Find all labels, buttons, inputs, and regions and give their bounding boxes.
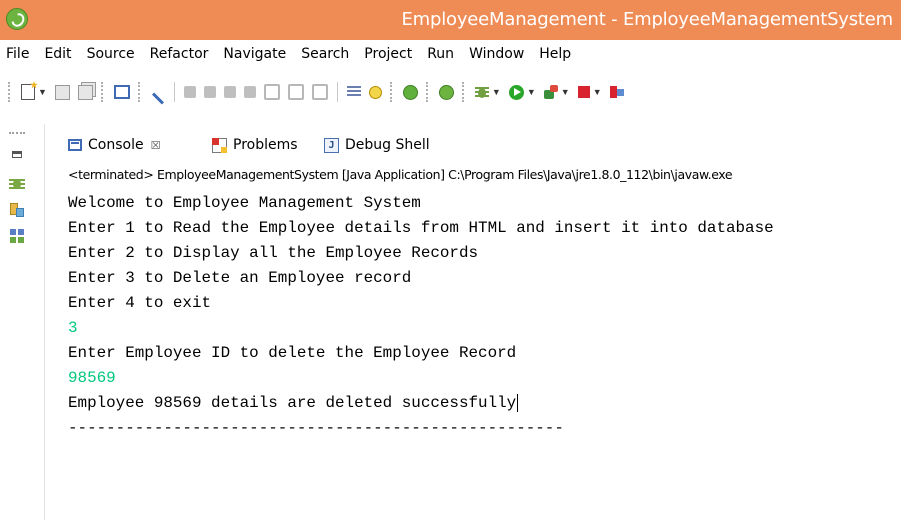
- run-icon[interactable]: [508, 84, 524, 100]
- toolbar-separator: [336, 82, 338, 102]
- trim-grip[interactable]: [9, 132, 25, 136]
- tab-debug-shell[interactable]: J Debug Shell: [324, 128, 430, 162]
- toolbar-grip[interactable]: [100, 82, 106, 102]
- console-line: Enter 3 to Delete an Employee record: [68, 269, 412, 287]
- console-input-line: 98569: [68, 369, 116, 387]
- spring-boot-icon[interactable]: [402, 84, 418, 100]
- console-process-label: <terminated> EmployeeManagementSystem [J…: [68, 167, 733, 182]
- console-input-line: 3: [68, 319, 78, 337]
- toolbar-grip[interactable]: [425, 82, 431, 102]
- step-return-icon[interactable]: [311, 84, 328, 100]
- type-hierarchy-icon[interactable]: [8, 227, 26, 245]
- close-icon[interactable]: ☒: [151, 139, 161, 152]
- new-dropdown-arrow[interactable]: ▼: [38, 87, 47, 97]
- toolbar-grip[interactable]: [389, 82, 395, 102]
- console-line: Enter Employee ID to delete the Employee…: [68, 344, 517, 362]
- toolbar-grip[interactable]: [461, 82, 467, 102]
- tab-problems[interactable]: Problems: [212, 128, 298, 162]
- console-icon[interactable]: [113, 85, 130, 99]
- main-toolbar: ▼ ▼ ▼ ▼ ▼: [0, 68, 901, 116]
- text-caret: [517, 393, 519, 412]
- menu-edit[interactable]: Edit: [44, 46, 71, 62]
- step-over-icon[interactable]: [287, 84, 304, 100]
- run-dropdown-arrow[interactable]: ▼: [527, 87, 536, 97]
- menu-search[interactable]: Search: [301, 46, 349, 62]
- view-tab-bar: Console ☒ Problems J Debug Shell: [62, 128, 901, 162]
- new-icon[interactable]: [21, 84, 35, 100]
- menu-help[interactable]: Help: [539, 46, 571, 62]
- save-all-icon[interactable]: [77, 84, 93, 100]
- terminate-icon[interactable]: [223, 86, 236, 98]
- console-line: Enter 4 to exit: [68, 294, 212, 312]
- external-tools-icon[interactable]: [543, 85, 558, 99]
- debug-view-icon[interactable]: [8, 175, 26, 193]
- package-explorer-icon[interactable]: [8, 201, 26, 219]
- menu-bar: File Edit Source Refactor Navigate Searc…: [0, 40, 901, 68]
- debug-ant-icon[interactable]: [368, 85, 382, 99]
- console-line: Enter 1 to Read the Employee details fro…: [68, 219, 774, 237]
- stop-dropdown-arrow[interactable]: ▼: [593, 87, 602, 97]
- save-icon[interactable]: [54, 84, 70, 100]
- tab-console-label: Console: [88, 137, 144, 153]
- menu-project[interactable]: Project: [364, 46, 412, 62]
- external-tools-dropdown-arrow[interactable]: ▼: [561, 87, 570, 97]
- debug-icon[interactable]: [474, 85, 489, 99]
- resume-icon[interactable]: [183, 86, 196, 98]
- disconnect-icon[interactable]: [243, 86, 256, 98]
- suspend-icon[interactable]: [203, 86, 216, 98]
- step-into-icon[interactable]: [263, 84, 280, 100]
- debug-shell-icon: J: [324, 137, 339, 153]
- tab-console[interactable]: Console ☒: [68, 128, 160, 162]
- debug-dropdown-arrow[interactable]: ▼: [492, 87, 501, 97]
- console-output[interactable]: Welcome to Employee Management System En…: [62, 190, 901, 520]
- menu-source[interactable]: Source: [87, 46, 135, 62]
- console-line: Welcome to Employee Management System: [68, 194, 421, 212]
- menu-window[interactable]: Window: [469, 46, 524, 62]
- problems-icon: [212, 137, 227, 153]
- console-icon: [68, 139, 82, 151]
- window-title: EmployeeManagement - EmployeeManagementS…: [401, 9, 893, 30]
- menu-navigate[interactable]: Navigate: [223, 46, 286, 62]
- toolbar-grip[interactable]: [137, 82, 143, 102]
- use-step-filters-icon[interactable]: [346, 86, 361, 98]
- run-last-icon[interactable]: [609, 85, 624, 99]
- spring-tool-suite-icon: [6, 8, 28, 30]
- console-line-text: Employee 98569 details are deleted succe…: [68, 394, 517, 412]
- menu-refactor[interactable]: Refactor: [150, 46, 209, 62]
- pen-icon[interactable]: [151, 91, 164, 105]
- stop-icon[interactable]: [577, 86, 590, 98]
- tab-problems-label: Problems: [233, 137, 298, 153]
- console-separator-line: ----------------------------------------…: [68, 419, 564, 437]
- menu-file[interactable]: File: [6, 46, 29, 62]
- left-trim-stack: [0, 124, 45, 520]
- title-bar[interactable]: EmployeeManagement - EmployeeManagementS…: [0, 0, 901, 40]
- menu-run[interactable]: Run: [427, 46, 454, 62]
- spring-icon[interactable]: [438, 84, 454, 100]
- toolbar-grip[interactable]: [8, 82, 13, 102]
- console-line: Enter 2 to Display all the Employee Reco…: [68, 244, 479, 262]
- maximize-icon[interactable]: [8, 145, 26, 163]
- tab-debug-shell-label: Debug Shell: [345, 137, 430, 153]
- console-line: Employee 98569 details are deleted succe…: [68, 390, 519, 416]
- toolbar-separator: [173, 82, 175, 102]
